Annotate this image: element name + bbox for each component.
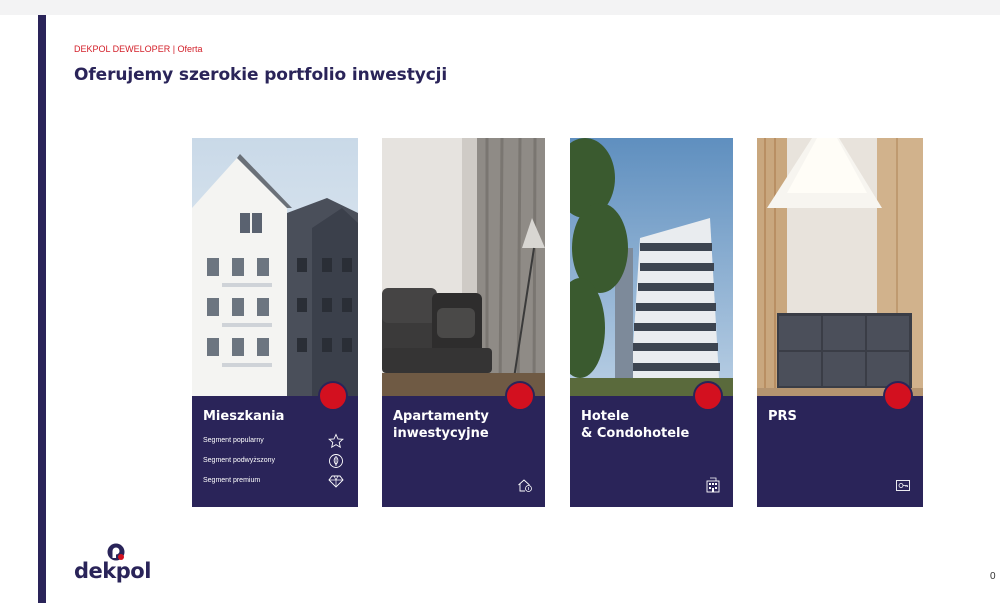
house-coin-icon [517, 477, 533, 493]
page-number: 0 [990, 571, 996, 582]
card-marker-dot [883, 381, 913, 411]
logo-text: dekpol [74, 559, 151, 583]
hotel-building-icon [705, 477, 721, 493]
segment-row-popularny: Segment popularny [203, 433, 344, 453]
diamond-icon [328, 473, 344, 489]
card-photo-apartment-building [192, 138, 358, 396]
segment-row-podwyzszony: Segment podwyższony [203, 453, 344, 473]
card-mieszkania[interactable]: Mieszkania Segment popularny Segment pod… [192, 138, 358, 507]
card-panel: Apartamenty inwestycyjne [382, 396, 545, 507]
card-title: Hotele & Condohotele [581, 409, 690, 441]
segment-label: Segment podwyższony [203, 457, 275, 464]
card-panel: PRS [757, 396, 923, 507]
segment-label: Segment premium [203, 477, 261, 484]
segment-row-premium: Segment premium [203, 473, 344, 493]
slide: DEKPOL DEWELOPER | Oferta Oferujemy szer… [0, 0, 1000, 603]
card-panel: Mieszkania Segment popularny Segment pod… [192, 396, 358, 507]
page-title: Oferujemy szerokie portfolio inwestycji [74, 65, 448, 85]
breadcrumb: DEKPOL DEWELOPER | Oferta [74, 44, 203, 54]
card-photo-hotel-tower [570, 138, 733, 396]
card-marker-dot [505, 381, 535, 411]
card-title: PRS [768, 409, 797, 424]
star-icon [328, 433, 344, 449]
card-apartamenty[interactable]: Apartamenty inwestycyjne [382, 138, 545, 507]
card-marker-dot [693, 381, 723, 411]
card-hotele[interactable]: Hotele & Condohotele [570, 138, 733, 507]
card-prs[interactable]: PRS [757, 138, 923, 507]
sidebar-accent-bar [38, 15, 46, 603]
card-photo-interior-lamp [757, 138, 923, 396]
card-photo-interior-armchair [382, 138, 545, 396]
card-panel: Hotele & Condohotele [570, 396, 733, 507]
top-band [0, 0, 1000, 15]
card-title: Apartamenty inwestycyjne [393, 409, 489, 441]
segment-label: Segment popularny [203, 437, 264, 444]
card-marker-dot [318, 381, 348, 411]
leaf-badge-icon [328, 453, 344, 469]
dekpol-logo: dekpol [74, 542, 164, 590]
card-title: Mieszkania [203, 409, 285, 424]
key-card-icon [895, 477, 911, 493]
